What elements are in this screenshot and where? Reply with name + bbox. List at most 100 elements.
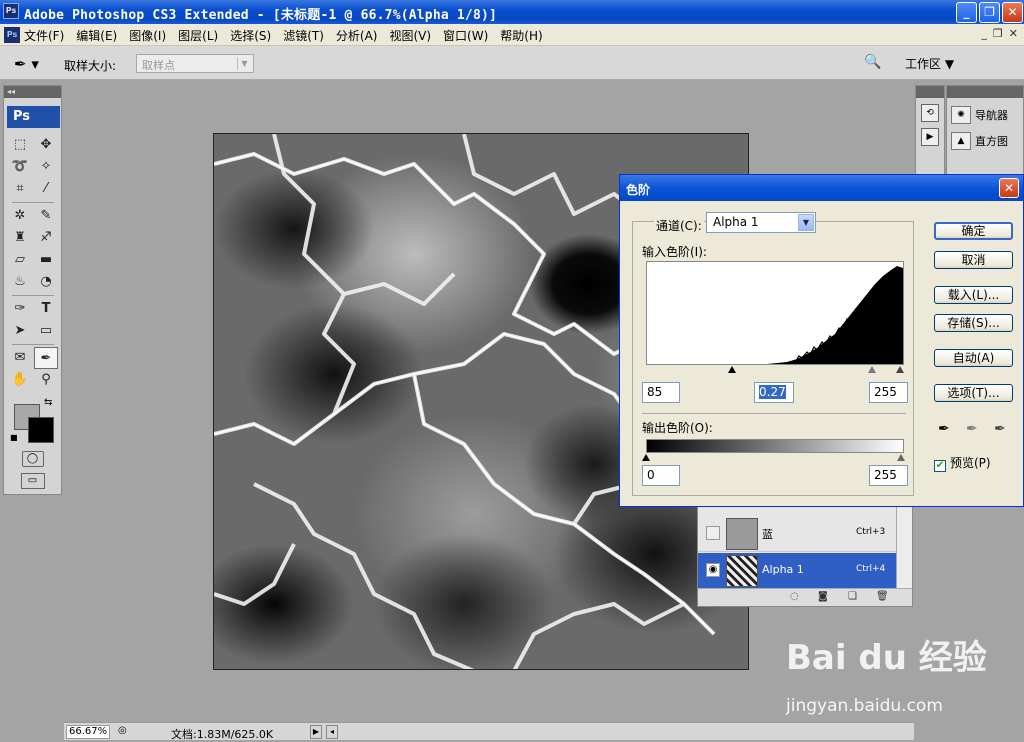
workspace-menu[interactable]: 工作区 ▼ xyxy=(905,55,954,72)
output-white-handle[interactable] xyxy=(897,454,905,461)
navigator-panel-tab[interactable]: ✺ 导航器 xyxy=(951,106,1023,124)
new-channel-icon[interactable]: ❏ xyxy=(848,591,857,602)
white-eyedropper-icon[interactable]: ✒ xyxy=(994,421,1006,437)
save-button[interactable]: 存储(S)... xyxy=(934,314,1013,332)
menu-bar: Ps 文件(F) 编辑(E) 图像(I) 图层(L) 选择(S) 滤镜(T) 分… xyxy=(0,24,1024,46)
menu-file[interactable]: 文件(F) xyxy=(24,27,64,44)
input-white-field[interactable]: 255 xyxy=(869,382,908,403)
magic-wand-tool-icon[interactable]: ✧ xyxy=(34,156,58,178)
eyedropper-icon[interactable]: ✒ ▾ xyxy=(14,55,39,73)
pen-tool-icon[interactable]: ✑ xyxy=(8,298,32,320)
eraser-tool-icon[interactable]: ▱ xyxy=(8,249,32,271)
channel-thumbnail xyxy=(726,555,758,587)
load-button[interactable]: 载入(L)... xyxy=(934,286,1013,304)
channel-label: 通道(C): xyxy=(654,217,704,234)
trash-icon[interactable]: 🗑 xyxy=(876,591,889,602)
channels-scrollbar[interactable] xyxy=(896,506,912,588)
zoom-field[interactable]: 66.67% xyxy=(66,725,110,739)
doc-minimize-button[interactable]: _ xyxy=(981,27,987,40)
chevron-down-icon: ▼ xyxy=(237,57,251,70)
menu-filter[interactable]: 滤镜(T) xyxy=(283,27,324,44)
default-colors-icon[interactable]: ■ xyxy=(10,433,18,442)
preview-checkbox[interactable]: ✔ 预览(P) xyxy=(934,454,991,472)
output-black-handle[interactable] xyxy=(642,454,650,461)
histogram-display xyxy=(646,261,904,365)
black-eyedropper-icon[interactable]: ✒ xyxy=(938,421,950,437)
channel-select[interactable]: Alpha 1 ▼ xyxy=(706,212,816,233)
status-menu-arrow-icon[interactable]: ▶ xyxy=(310,725,322,739)
dialog-title: 色阶 xyxy=(620,175,1023,201)
sample-size-select[interactable]: 取样点 ▼ xyxy=(136,54,254,73)
clone-stamp-tool-icon[interactable]: ♜ xyxy=(8,227,32,249)
doc-close-button[interactable]: ✕ xyxy=(1009,27,1018,40)
menu-window[interactable]: 窗口(W) xyxy=(443,27,488,44)
checkbox-checked-icon[interactable]: ✔ xyxy=(934,460,946,472)
channel-row[interactable]: 蓝 Ctrl+3 xyxy=(698,516,896,552)
visibility-toggle[interactable] xyxy=(706,526,720,540)
zoom-tool-icon[interactable]: ⚲ xyxy=(34,369,58,391)
toolbox-header[interactable]: ◂◂ xyxy=(4,86,61,98)
options-button[interactable]: 选项(T)... xyxy=(934,384,1013,402)
histogram-panel-tab[interactable]: ▲ 直方图 xyxy=(951,132,1023,150)
hand-tool-icon[interactable]: ✋ xyxy=(8,369,32,391)
eye-icon[interactable]: ◉ xyxy=(706,563,720,577)
blur-tool-icon[interactable]: ♨ xyxy=(8,271,32,293)
eyedropper-tool-icon[interactable]: ✒ xyxy=(34,347,58,369)
gray-eyedropper-icon[interactable]: ✒ xyxy=(966,421,978,437)
ok-button[interactable]: 确定 xyxy=(934,222,1013,240)
scroll-left-icon[interactable]: ◂ xyxy=(326,725,338,739)
healing-brush-tool-icon[interactable]: ✲ xyxy=(8,205,32,227)
document-info: 文档:1.83M/625.0K xyxy=(171,728,274,741)
marquee-tool-icon[interactable]: ⬚ xyxy=(8,134,32,156)
input-levels-slider[interactable] xyxy=(646,365,904,375)
save-selection-icon[interactable]: ◙ xyxy=(818,591,828,602)
lasso-tool-icon[interactable]: ➰ xyxy=(8,156,32,178)
swap-colors-icon[interactable]: ⇆ xyxy=(44,397,52,408)
slice-tool-icon[interactable]: ⁄ xyxy=(34,178,58,200)
type-tool-icon[interactable]: T xyxy=(34,298,58,320)
maximize-button[interactable]: ❐ xyxy=(979,2,1000,23)
input-gamma-field[interactable]: 0.27 xyxy=(754,382,794,403)
menu-analysis[interactable]: 分析(A) xyxy=(336,27,378,44)
input-gamma-handle[interactable] xyxy=(868,366,876,373)
document-icon[interactable]: Ps xyxy=(4,27,20,43)
move-tool-icon[interactable]: ✥ xyxy=(34,134,58,156)
brush-tool-icon[interactable]: ✎ xyxy=(34,205,58,227)
dialog-close-button[interactable]: ✕ xyxy=(999,178,1019,198)
menu-edit[interactable]: 编辑(E) xyxy=(76,27,117,44)
menu-layer[interactable]: 图层(L) xyxy=(178,27,218,44)
path-selection-tool-icon[interactable]: ➤ xyxy=(8,320,32,342)
cancel-button[interactable]: 取消 xyxy=(934,251,1013,269)
shape-tool-icon[interactable]: ▭ xyxy=(34,320,58,342)
close-button[interactable]: ✕ xyxy=(1002,2,1023,23)
input-black-field[interactable]: 85 xyxy=(642,382,680,403)
dodge-tool-icon[interactable]: ◔ xyxy=(34,271,58,293)
menu-image[interactable]: 图像(I) xyxy=(129,27,166,44)
menu-select[interactable]: 选择(S) xyxy=(230,27,271,44)
load-selection-icon[interactable]: ◌ xyxy=(790,591,799,602)
output-white-field[interactable]: 255 xyxy=(869,465,908,486)
bridge-icon[interactable]: 🔍 xyxy=(864,54,886,72)
channel-row[interactable]: ◉ Alpha 1 Ctrl+4 xyxy=(698,553,896,589)
actions-panel-icon[interactable]: ▶ xyxy=(921,128,939,146)
info-icon[interactable]: ◎ xyxy=(118,725,127,736)
auto-button[interactable]: 自动(A) xyxy=(934,349,1013,367)
history-brush-tool-icon[interactable]: ♐ xyxy=(34,227,58,249)
background-color-swatch[interactable] xyxy=(28,417,54,443)
doc-restore-button[interactable]: ❐ xyxy=(993,27,1003,40)
screen-mode-icon[interactable]: ▭ xyxy=(20,473,45,489)
output-black-field[interactable]: 0 xyxy=(642,465,680,486)
input-black-point-handle[interactable] xyxy=(728,366,736,373)
channel-thumbnail xyxy=(726,518,758,550)
minimize-button[interactable]: _ xyxy=(956,2,977,23)
quick-mask-icon[interactable]: ◯ xyxy=(21,451,44,467)
crop-tool-icon[interactable]: ⌗ xyxy=(8,178,32,200)
history-panel-icon[interactable]: ⟲ xyxy=(921,104,939,122)
gradient-tool-icon[interactable]: ▬ xyxy=(34,249,58,271)
menu-help[interactable]: 帮助(H) xyxy=(500,27,542,44)
notes-tool-icon[interactable]: ✉ xyxy=(8,347,32,369)
menu-view[interactable]: 视图(V) xyxy=(389,27,431,44)
panel-dock-icons: ⟲ ▶ xyxy=(915,85,945,177)
output-levels-slider[interactable] xyxy=(642,453,905,463)
input-white-point-handle[interactable] xyxy=(896,366,904,373)
